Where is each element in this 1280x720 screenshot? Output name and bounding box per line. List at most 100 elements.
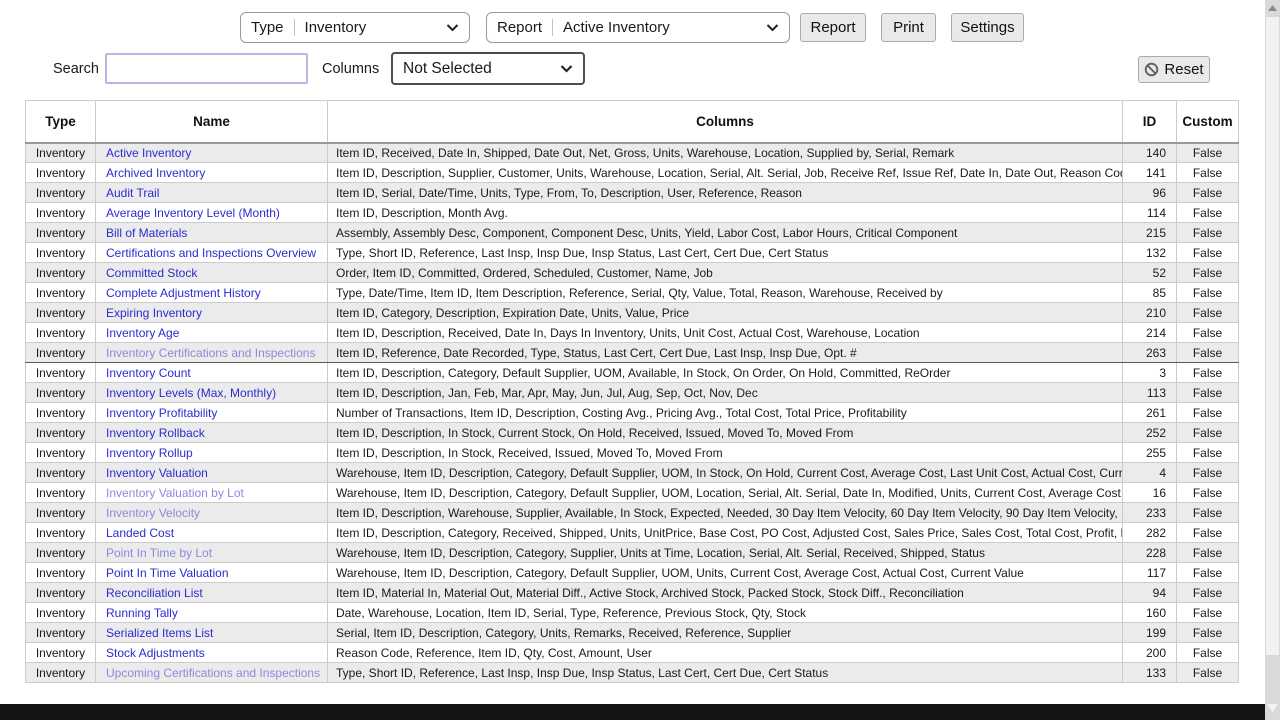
report-name-link[interactable]: Inventory Velocity bbox=[106, 506, 200, 520]
row-id: 282 bbox=[1123, 523, 1177, 543]
reset-button[interactable]: Reset bbox=[1138, 56, 1210, 83]
table-row[interactable]: Inventory Upcoming Certifications and In… bbox=[26, 663, 1239, 683]
row-type: Inventory bbox=[26, 543, 96, 563]
print-button[interactable]: Print bbox=[881, 13, 936, 42]
row-custom: False bbox=[1177, 203, 1239, 223]
table-row[interactable]: Inventory Inventory Profitability Number… bbox=[26, 403, 1239, 423]
search-input[interactable] bbox=[105, 53, 308, 84]
report-name-link[interactable]: Inventory Certifications and Inspections bbox=[106, 346, 315, 360]
report-name-link[interactable]: Landed Cost bbox=[106, 526, 174, 540]
report-select[interactable]: Report Active Inventory bbox=[486, 12, 790, 43]
table-row[interactable]: Inventory Bill of Materials Assembly, As… bbox=[26, 223, 1239, 243]
report-name-link[interactable]: Running Tally bbox=[106, 606, 178, 620]
header-name[interactable]: Name bbox=[96, 101, 328, 143]
row-type: Inventory bbox=[26, 403, 96, 423]
table-row[interactable]: Inventory Inventory Valuation Warehouse,… bbox=[26, 463, 1239, 483]
table-row[interactable]: Inventory Active Inventory Item ID, Rece… bbox=[26, 143, 1239, 163]
row-id: 85 bbox=[1123, 283, 1177, 303]
report-name-link[interactable]: Serialized Items List bbox=[106, 626, 213, 640]
row-type: Inventory bbox=[26, 203, 96, 223]
report-name-link[interactable]: Inventory Age bbox=[106, 326, 179, 340]
table-row[interactable]: Inventory Point In Time Valuation Wareho… bbox=[26, 563, 1239, 583]
report-name-link[interactable]: Upcoming Certifications and Inspections bbox=[106, 666, 320, 680]
type-select[interactable]: Type Inventory bbox=[240, 12, 470, 43]
row-custom: False bbox=[1177, 143, 1239, 163]
report-name-link[interactable]: Point In Time by Lot bbox=[106, 546, 212, 560]
row-columns: Item ID, Reference, Date Recorded, Type,… bbox=[328, 343, 1123, 363]
scroll-down-button[interactable] bbox=[1265, 700, 1280, 716]
row-type: Inventory bbox=[26, 483, 96, 503]
row-custom: False bbox=[1177, 483, 1239, 503]
report-name-link[interactable]: Stock Adjustments bbox=[106, 646, 205, 660]
chevron-down-icon bbox=[766, 24, 779, 32]
table-row[interactable]: Inventory Inventory Count Item ID, Descr… bbox=[26, 363, 1239, 383]
table-row[interactable]: Inventory Certifications and Inspections… bbox=[26, 243, 1239, 263]
report-name-link[interactable]: Certifications and Inspections Overview bbox=[106, 246, 316, 260]
report-name-link[interactable]: Complete Adjustment History bbox=[106, 286, 261, 300]
row-id: 141 bbox=[1123, 163, 1177, 183]
table-row[interactable]: Inventory Inventory Velocity Item ID, De… bbox=[26, 503, 1239, 523]
row-columns: Item ID, Description, Warehouse, Supplie… bbox=[328, 503, 1123, 523]
vertical-scrollbar[interactable] bbox=[1265, 0, 1280, 720]
row-custom: False bbox=[1177, 643, 1239, 663]
row-custom: False bbox=[1177, 603, 1239, 623]
table-row[interactable]: Inventory Audit Trail Item ID, Serial, D… bbox=[26, 183, 1239, 203]
table-row[interactable]: Inventory Archived Inventory Item ID, De… bbox=[26, 163, 1239, 183]
report-button[interactable]: Report bbox=[800, 13, 866, 42]
table-row[interactable]: Inventory Serialized Items List Serial, … bbox=[26, 623, 1239, 643]
table-row[interactable]: Inventory Inventory Rollup Item ID, Desc… bbox=[26, 443, 1239, 463]
row-id: 3 bbox=[1123, 363, 1177, 383]
table-row[interactable]: Inventory Complete Adjustment History Ty… bbox=[26, 283, 1239, 303]
table-row[interactable]: Inventory Inventory Age Item ID, Descrip… bbox=[26, 323, 1239, 343]
report-name-link[interactable]: Reconciliation List bbox=[106, 586, 203, 600]
scroll-up-button[interactable] bbox=[1265, 0, 1280, 16]
columns-select[interactable]: Not Selected bbox=[391, 52, 585, 85]
reports-table: Type Name Columns ID Custom Inventory Ac… bbox=[25, 100, 1239, 683]
table-row[interactable]: Inventory Inventory Valuation by Lot War… bbox=[26, 483, 1239, 503]
report-name-link[interactable]: Inventory Count bbox=[106, 366, 191, 380]
report-name-link[interactable]: Inventory Rollup bbox=[106, 446, 193, 460]
header-type[interactable]: Type bbox=[26, 101, 96, 143]
report-name-link[interactable]: Point In Time Valuation bbox=[106, 566, 229, 580]
table-row[interactable]: Inventory Expiring Inventory Item ID, Ca… bbox=[26, 303, 1239, 323]
settings-button[interactable]: Settings bbox=[951, 13, 1024, 42]
table-row[interactable]: Inventory Inventory Levels (Max, Monthly… bbox=[26, 383, 1239, 403]
table-row[interactable]: Inventory Landed Cost Item ID, Descripti… bbox=[26, 523, 1239, 543]
row-type: Inventory bbox=[26, 603, 96, 623]
row-type: Inventory bbox=[26, 503, 96, 523]
report-name-link[interactable]: Committed Stock bbox=[106, 266, 197, 280]
report-name-link[interactable]: Active Inventory bbox=[106, 146, 191, 160]
table-row[interactable]: Inventory Stock Adjustments Reason Code,… bbox=[26, 643, 1239, 663]
scrollbar-thumb[interactable] bbox=[1266, 17, 1279, 655]
select-divider bbox=[294, 19, 295, 36]
table-row[interactable]: Inventory Committed Stock Order, Item ID… bbox=[26, 263, 1239, 283]
window-bottom-bar bbox=[0, 704, 1265, 720]
header-columns[interactable]: Columns bbox=[328, 101, 1123, 143]
row-custom: False bbox=[1177, 423, 1239, 443]
table-row[interactable]: Inventory Point In Time by Lot Warehouse… bbox=[26, 543, 1239, 563]
table-row[interactable]: Inventory Inventory Rollback Item ID, De… bbox=[26, 423, 1239, 443]
report-name-link[interactable]: Audit Trail bbox=[106, 186, 159, 200]
report-name-link[interactable]: Inventory Profitability bbox=[106, 406, 217, 420]
row-custom: False bbox=[1177, 663, 1239, 683]
report-name-link[interactable]: Inventory Valuation by Lot bbox=[106, 486, 244, 500]
report-name-link[interactable]: Inventory Valuation bbox=[106, 466, 208, 480]
report-name-link[interactable]: Bill of Materials bbox=[106, 226, 187, 240]
header-custom[interactable]: Custom bbox=[1177, 101, 1239, 143]
report-name-link[interactable]: Expiring Inventory bbox=[106, 306, 202, 320]
report-name-link[interactable]: Archived Inventory bbox=[106, 166, 205, 180]
table-row[interactable]: Inventory Average Inventory Level (Month… bbox=[26, 203, 1239, 223]
table-row[interactable]: Inventory Reconciliation List Item ID, M… bbox=[26, 583, 1239, 603]
report-name-link[interactable]: Average Inventory Level (Month) bbox=[106, 206, 280, 220]
report-select-value: Active Inventory bbox=[563, 19, 758, 36]
report-name-link[interactable]: Inventory Rollback bbox=[106, 426, 205, 440]
report-name-link[interactable]: Inventory Levels (Max, Monthly) bbox=[106, 386, 276, 400]
columns-select-value: Not Selected bbox=[403, 60, 552, 78]
row-columns: Assembly, Assembly Desc, Component, Comp… bbox=[328, 223, 1123, 243]
table-row[interactable]: Inventory Running Tally Date, Warehouse,… bbox=[26, 603, 1239, 623]
row-columns: Warehouse, Item ID, Description, Categor… bbox=[328, 543, 1123, 563]
header-id[interactable]: ID bbox=[1123, 101, 1177, 143]
table-row[interactable]: Inventory Inventory Certifications and I… bbox=[26, 343, 1239, 363]
row-id: 228 bbox=[1123, 543, 1177, 563]
row-type: Inventory bbox=[26, 303, 96, 323]
